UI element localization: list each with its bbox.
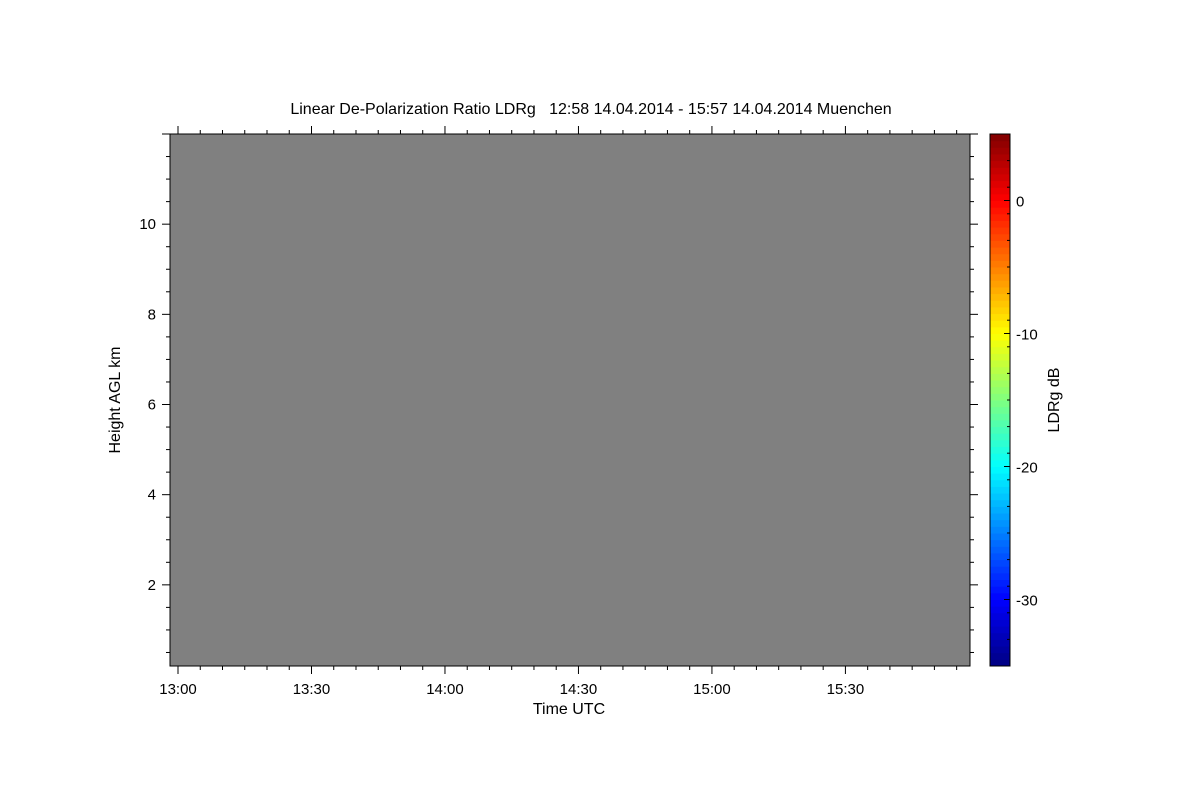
ldr-heatmap-chart: Linear De-Polarization Ratio LDRg 12:58 … (0, 0, 1200, 800)
plot-background (170, 134, 970, 666)
chart-title: Linear De-Polarization Ratio LDRg 12:58 … (290, 101, 891, 118)
chart-figure: Linear De-Polarization Ratio LDRg 12:58 … (0, 0, 1200, 800)
